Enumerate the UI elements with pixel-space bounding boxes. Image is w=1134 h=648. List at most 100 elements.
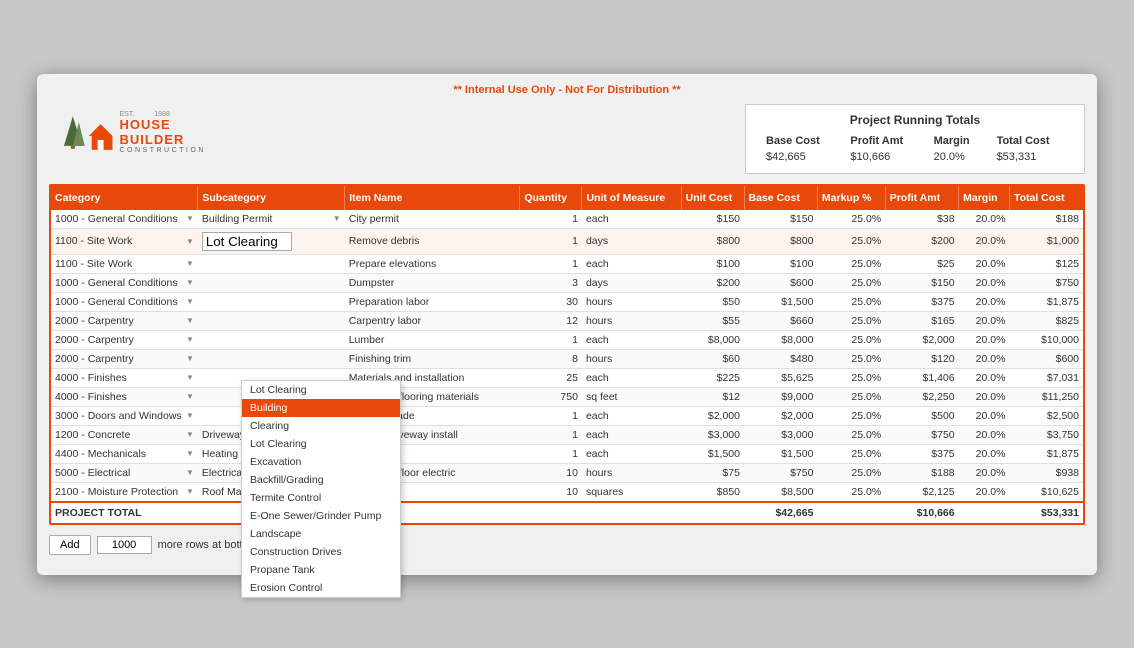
cell-profit: $2,000: [885, 330, 958, 349]
cell-markup: 25.0%: [817, 210, 885, 229]
dropdown-item-excavation[interactable]: Excavation: [242, 453, 400, 471]
table-row: 4400 - Mechanicals ▼ Heating and A/C ▼ F…: [51, 444, 1083, 463]
dropdown-item-lot-clearing[interactable]: Lot Clearing: [242, 381, 400, 399]
dropdown-arrow-icon[interactable]: ▼: [186, 237, 194, 246]
cell-margin: 20.0%: [959, 273, 1010, 292]
cell-qty: 1: [520, 254, 582, 273]
dropdown-arrow-icon[interactable]: ▼: [186, 373, 194, 382]
rows-count-input[interactable]: [97, 536, 152, 554]
cell-markup: 25.0%: [817, 444, 885, 463]
cell-qty: 10: [520, 463, 582, 482]
cell-total: $600: [1009, 349, 1083, 368]
dropdown-arrow-icon[interactable]: ▼: [186, 411, 194, 420]
cell-unit-cost: $12: [681, 387, 744, 406]
cell-total: $3,750: [1009, 425, 1083, 444]
cell-profit: $1,406: [885, 368, 958, 387]
dropdown-item-propane[interactable]: Propane Tank: [242, 561, 400, 579]
dropdown-arrow-icon[interactable]: ▼: [186, 487, 194, 496]
main-table-container: Category Subcategory Item Name Quantity …: [49, 184, 1085, 525]
footer-empty-markup: [817, 502, 885, 523]
table-row: 4000 - Finishes ▼ Materials and installa…: [51, 368, 1083, 387]
running-totals-table: Base Cost Profit Amt Margin Total Cost $…: [758, 133, 1072, 165]
dropdown-arrow-icon[interactable]: ▼: [186, 214, 194, 223]
logo-brand-sub: CONSTRUCTION: [119, 147, 239, 154]
cell-profit: $750: [885, 425, 958, 444]
cell-subcategory: [198, 292, 345, 311]
th-profit: Profit Amt: [885, 186, 958, 210]
cell-subcategory: [198, 330, 345, 349]
subcategory-dropdown[interactable]: Lot Clearing Building Clearing Lot Clear…: [241, 380, 401, 598]
th-base-cost: Base Cost: [744, 186, 817, 210]
dropdown-arrow-icon[interactable]: ▼: [333, 214, 341, 223]
cell-unit-cost: $3,000: [681, 425, 744, 444]
cell-margin: 20.0%: [959, 444, 1010, 463]
cell-total: $2,500: [1009, 406, 1083, 425]
dropdown-arrow-icon[interactable]: ▼: [186, 430, 194, 439]
th-markup: Markup %: [817, 186, 885, 210]
cell-subcategory-input[interactable]: [198, 228, 345, 254]
footer-profit: $10,666: [885, 502, 958, 523]
dropdown-item-building[interactable]: Building: [242, 399, 400, 417]
dropdown-arrow-icon[interactable]: ▼: [186, 316, 194, 325]
footer-total: $53,331: [1009, 502, 1083, 523]
footer-row: PROJECT TOTAL $42,665 $10,666 $53,331: [51, 502, 1083, 523]
cell-profit: $2,125: [885, 482, 958, 502]
cell-total: $938: [1009, 463, 1083, 482]
dropdown-item-backfill[interactable]: Backfill/Grading: [242, 471, 400, 489]
dropdown-arrow-icon[interactable]: ▼: [186, 335, 194, 344]
table-row: 4000 - Finishes ▼ Main level flooring ma…: [51, 387, 1083, 406]
cell-unit-cost: $150: [681, 210, 744, 229]
cell-unit-cost: $60: [681, 349, 744, 368]
cell-uom: each: [582, 406, 681, 425]
cell-qty: 30: [520, 292, 582, 311]
cell-markup: 25.0%: [817, 254, 885, 273]
rt-header-profit: Profit Amt: [842, 133, 925, 149]
cell-base-cost: $3,000: [744, 425, 817, 444]
cell-margin: 20.0%: [959, 368, 1010, 387]
dropdown-arrow-icon[interactable]: ▼: [186, 468, 194, 477]
dropdown-arrow-icon[interactable]: ▼: [186, 449, 194, 458]
cell-uom: days: [582, 228, 681, 254]
cell-markup: 25.0%: [817, 228, 885, 254]
cell-uom: each: [582, 330, 681, 349]
dropdown-arrow-icon[interactable]: ▼: [186, 278, 194, 287]
add-rows-button[interactable]: Add: [49, 535, 91, 555]
cell-profit: $165: [885, 311, 958, 330]
dropdown-arrow-icon[interactable]: ▼: [186, 297, 194, 306]
cell-total: $188: [1009, 210, 1083, 229]
cell-category: 1100 - Site Work ▼: [51, 228, 198, 254]
footer-empty-uom: [582, 502, 681, 523]
cell-uom: sq feet: [582, 387, 681, 406]
dropdown-item-construction[interactable]: Construction Drives: [242, 543, 400, 561]
cell-markup: 25.0%: [817, 387, 885, 406]
dropdown-item-lot-clearing2[interactable]: Lot Clearing: [242, 435, 400, 453]
cell-markup: 25.0%: [817, 349, 885, 368]
dropdown-item-termite[interactable]: Termite Control: [242, 489, 400, 507]
cell-base-cost: $600: [744, 273, 817, 292]
cell-profit: $120: [885, 349, 958, 368]
cell-item: Carpentry labor: [345, 311, 520, 330]
bottom-bar: Add more rows at bottom.: [49, 535, 1085, 555]
cell-total: $7,031: [1009, 368, 1083, 387]
dropdown-arrow-icon[interactable]: ▼: [186, 392, 194, 401]
cell-item: City permit: [345, 210, 520, 229]
cell-uom: hours: [582, 311, 681, 330]
th-qty: Quantity: [520, 186, 582, 210]
dropdown-item-erosion[interactable]: Erosion Control: [242, 579, 400, 597]
dropdown-item-landscape[interactable]: Landscape: [242, 525, 400, 543]
subcategory-input[interactable]: [202, 232, 292, 251]
dropdown-item-clearing[interactable]: Clearing: [242, 417, 400, 435]
cell-total: $11,250: [1009, 387, 1083, 406]
cell-uom: days: [582, 273, 681, 292]
dropdown-arrow-icon[interactable]: ▼: [186, 259, 194, 268]
cell-markup: 25.0%: [817, 368, 885, 387]
footer-empty-unit: [681, 502, 744, 523]
cell-base-cost: $1,500: [744, 444, 817, 463]
table-row: 3000 - Doors and Windows ▼ Exterior grad…: [51, 406, 1083, 425]
footer-label: PROJECT TOTAL: [51, 502, 198, 523]
footer-empty-qty: [520, 502, 582, 523]
footer-empty-margin: [959, 502, 1010, 523]
dropdown-arrow-icon[interactable]: ▼: [186, 354, 194, 363]
cell-uom: hours: [582, 463, 681, 482]
dropdown-item-eone[interactable]: E-One Sewer/Grinder Pump: [242, 507, 400, 525]
